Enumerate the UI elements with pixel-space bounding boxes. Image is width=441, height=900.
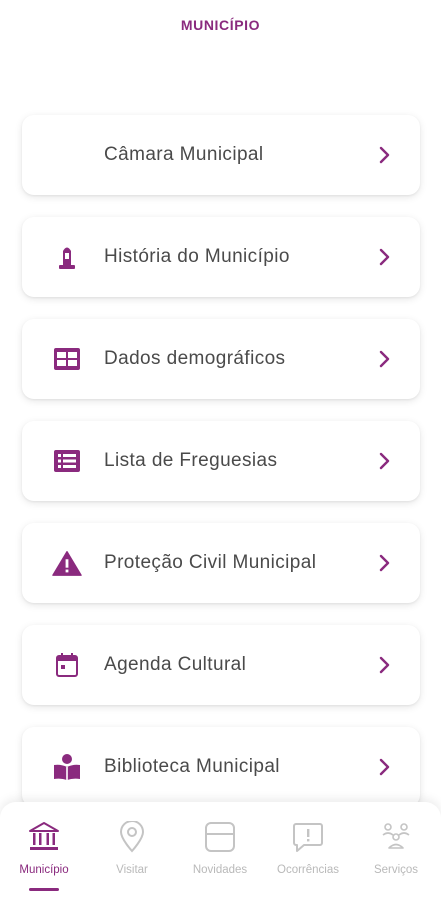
chevron-right-icon [379,146,390,164]
building-icon [27,820,61,854]
menu-item-dados-demograficos[interactable]: Dados demográficos [22,319,420,399]
nav-tab-municipio[interactable]: Município [0,802,88,900]
chevron-right-icon [379,350,390,368]
menu-item-camara-municipal[interactable]: Câmara Municipal [22,115,420,195]
menu-item-biblioteca[interactable]: Biblioteca Municipal [22,727,420,807]
warning-icon [52,549,82,577]
menu-item-protecao-civil[interactable]: Proteção Civil Municipal [22,523,420,603]
nav-label: Visitar [116,864,148,876]
bottom-navigation: Município Visitar Novidades Ocorrências … [0,802,441,900]
menu-item-label: História do Município [104,246,290,267]
page-title: MUNICÍPIO [180,17,261,33]
active-tab-indicator [29,888,59,891]
menu-item-label: Câmara Municipal [104,144,264,165]
menu-item-label: Lista de Freguesias [104,450,278,471]
chevron-right-icon [379,554,390,572]
nav-tab-visitar[interactable]: Visitar [88,802,176,900]
menu-item-lista-freguesias[interactable]: Lista de Freguesias [22,421,420,501]
calendar-icon [52,651,82,679]
monument-icon [52,243,82,271]
report-bubble-icon [291,820,325,854]
header: MUNICÍPIO [0,0,441,50]
menu-item-label: Dados demográficos [104,348,286,369]
chevron-right-icon [379,758,390,776]
menu-item-label: Proteção Civil Municipal [104,552,317,573]
services-icon [379,820,413,854]
news-icon [203,820,237,854]
nav-tab-novidades[interactable]: Novidades [176,802,264,900]
nav-tab-servicos[interactable]: Serviços [352,802,440,900]
menu-item-label: Biblioteca Municipal [104,756,280,777]
chevron-right-icon [379,452,390,470]
chevron-right-icon [379,656,390,674]
nav-tab-ocorrencias[interactable]: Ocorrências [264,802,352,900]
menu-item-historia[interactable]: História do Município [22,217,420,297]
nav-label: Município [19,864,69,876]
reader-icon [52,753,82,781]
list-icon [52,447,82,475]
menu-item-label: Agenda Cultural [104,654,247,675]
menu-item-agenda-cultural[interactable]: Agenda Cultural [22,625,420,705]
grid-table-icon [52,345,82,373]
chevron-right-icon [379,248,390,266]
nav-label: Ocorrências [277,864,339,876]
nav-label: Novidades [192,864,248,876]
location-pin-icon [115,820,149,854]
nav-label: Serviços [373,864,419,876]
